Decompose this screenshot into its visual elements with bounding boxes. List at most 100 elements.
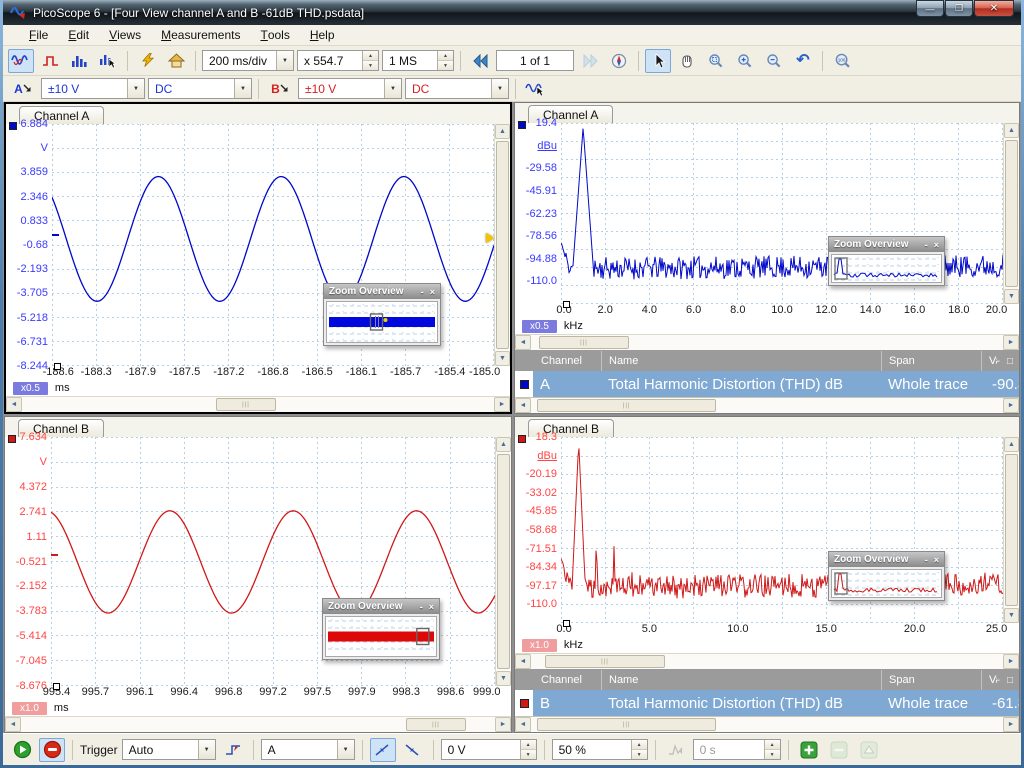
popup-minimize-icon[interactable]: - <box>925 555 928 565</box>
popup-minimize-icon[interactable]: - <box>925 240 928 250</box>
column-header-valu[interactable]: Valu <box>981 670 997 690</box>
scroll-thumb[interactable] <box>497 454 510 669</box>
axis-origin-handle[interactable] <box>53 683 60 690</box>
vertical-scrollbar[interactable]: ▲▼ <box>495 437 511 686</box>
panel-restore-icon[interactable]: □ <box>1007 356 1013 367</box>
zoom-overview-mini-plot[interactable] <box>832 570 941 597</box>
zoom-in-tool[interactable] <box>732 49 758 73</box>
scroll-track[interactable]: ||| <box>531 654 1003 669</box>
scroll-down-icon[interactable]: ▼ <box>1004 289 1019 304</box>
scope-view-button[interactable] <box>8 49 34 73</box>
samples-spinner[interactable]: 1 MS ▲▼ <box>382 50 454 71</box>
trigger-mode-select[interactable]: Auto ▼ <box>122 739 216 760</box>
popup-minimize-icon[interactable]: - <box>420 602 423 612</box>
scroll-track[interactable] <box>1004 138 1019 289</box>
falling-edge-button[interactable] <box>400 738 426 762</box>
pre-trigger-spinner[interactable]: 50 % ▲▼ <box>552 739 648 760</box>
menu-item-tools[interactable]: Tools <box>250 25 299 45</box>
scroll-thumb[interactable]: ||| <box>216 398 276 411</box>
scroll-right-icon[interactable]: ► <box>494 397 510 412</box>
zoom-overview-a-scope[interactable]: Zoom Overview-× <box>323 283 441 346</box>
delete-measurement-button[interactable] <box>826 738 852 762</box>
spinner-buttons[interactable]: ▲▼ <box>631 740 647 759</box>
timebase-select[interactable]: 200 ms/div ▼ <box>202 50 294 71</box>
popup-close-icon[interactable]: × <box>934 555 939 565</box>
scroll-track[interactable] <box>496 452 511 671</box>
title-bar[interactable]: PicoScope 6 - [Four View channel A and B… <box>3 0 1021 25</box>
panel-minimize-icon[interactable]: - <box>997 675 1000 686</box>
scroll-down-icon[interactable]: ▼ <box>1004 608 1019 623</box>
zoom-overview-a-spectrum[interactable]: Zoom Overview-× <box>828 236 945 286</box>
axis-origin-handle[interactable] <box>563 301 570 308</box>
zoom-overview-mini-plot[interactable] <box>832 255 941 282</box>
zoom-overview-titlebar[interactable]: Zoom Overview-× <box>829 552 944 567</box>
trigger-position-marker[interactable] <box>486 233 494 243</box>
vertical-scrollbar[interactable]: ▲▼ <box>494 124 510 366</box>
home-button[interactable] <box>163 49 189 73</box>
scroll-thumb[interactable] <box>1005 140 1018 287</box>
start-capture-button[interactable] <box>9 738 35 762</box>
column-header-channel[interactable]: Channel <box>515 351 601 371</box>
spectrum-view-button[interactable] <box>66 49 92 73</box>
normal-selection-tool[interactable] <box>645 49 671 73</box>
signal-generator-button[interactable] <box>522 77 548 101</box>
close-button[interactable]: ✕ <box>974 0 1014 17</box>
edit-measurement-button[interactable] <box>856 738 882 762</box>
horizontal-scrollbar[interactable]: ◄|||► <box>515 334 1019 350</box>
measurements-scrollbar[interactable]: ◄|||► <box>515 716 1019 732</box>
scroll-left-icon[interactable]: ◄ <box>5 717 21 732</box>
spinner-buttons[interactable]: ▲▼ <box>520 740 536 759</box>
menu-item-views[interactable]: Views <box>99 25 151 45</box>
scroll-left-icon[interactable]: ◄ <box>6 397 22 412</box>
scroll-thumb[interactable] <box>1005 454 1018 606</box>
chevron-down-icon[interactable]: ▼ <box>198 740 215 759</box>
axis-origin-handle[interactable] <box>54 363 61 370</box>
column-header-valu[interactable]: Valu <box>981 351 997 371</box>
zoom-out-tool[interactable] <box>761 49 787 73</box>
menu-item-edit[interactable]: Edit <box>58 25 99 45</box>
scroll-up-icon[interactable]: ▲ <box>496 437 511 452</box>
menu-item-file[interactable]: File <box>19 25 58 45</box>
buffer-page-indicator[interactable]: 1 of 1 <box>496 50 574 71</box>
scroll-left-icon[interactable]: ◄ <box>515 717 531 732</box>
scroll-thumb[interactable]: ||| <box>406 718 466 731</box>
zoom-factor-spinner[interactable]: x 554.7 ▲▼ <box>297 50 379 71</box>
vertical-scrollbar[interactable]: ▲▼ <box>1003 437 1019 623</box>
menu-item-help[interactable]: Help <box>300 25 345 45</box>
popup-close-icon[interactable]: × <box>934 240 939 250</box>
marquee-zoom-tool[interactable] <box>703 49 729 73</box>
scroll-right-icon[interactable]: ► <box>1003 398 1019 413</box>
post-trigger-delay-button[interactable] <box>663 738 689 762</box>
channel-a-range-select[interactable]: ±10 V ▼ <box>41 78 145 99</box>
menu-item-measurements[interactable]: Measurements <box>151 25 250 45</box>
channel-b-coupling-select[interactable]: DC ▼ <box>405 78 509 99</box>
measurement-row[interactable]: BTotal Harmonic Distortion (THD) dBWhole… <box>515 690 1019 716</box>
column-header-name[interactable]: Name <box>601 351 881 371</box>
popup-close-icon[interactable]: × <box>429 602 434 612</box>
scroll-up-icon[interactable]: ▲ <box>1004 123 1019 138</box>
axis-origin-handle[interactable] <box>563 620 570 627</box>
rising-edge-button[interactable] <box>370 738 396 762</box>
popup-close-icon[interactable]: × <box>430 287 435 297</box>
zoom-overview-mini-plot[interactable] <box>326 617 436 656</box>
hand-tool[interactable] <box>674 49 700 73</box>
channel-a-options-button[interactable]: A <box>8 77 38 101</box>
scroll-down-icon[interactable]: ▼ <box>495 351 510 366</box>
scroll-thumb[interactable]: ||| <box>539 336 629 349</box>
horizontal-scrollbar[interactable]: ◄|||► <box>515 653 1019 669</box>
minimize-button[interactable]: — <box>916 0 944 17</box>
next-buffer-button[interactable] <box>577 49 603 73</box>
scroll-track[interactable] <box>495 139 510 351</box>
scroll-track[interactable]: ||| <box>531 335 1003 350</box>
horizontal-scrollbar[interactable]: ◄ ||| ► <box>6 396 510 412</box>
panel-minimize-icon[interactable]: - <box>997 356 1000 367</box>
scroll-thumb[interactable]: ||| <box>545 655 665 668</box>
column-header-span[interactable]: Span <box>881 670 981 690</box>
popup-minimize-icon[interactable]: - <box>421 287 424 297</box>
vertical-scrollbar[interactable]: ▲▼ <box>1003 123 1019 304</box>
undo-zoom-button[interactable]: ↶ <box>790 49 816 73</box>
scroll-left-icon[interactable]: ◄ <box>515 335 531 350</box>
zoom-overview-b-spectrum[interactable]: Zoom Overview-× <box>828 551 945 601</box>
scroll-track[interactable] <box>1004 452 1019 608</box>
scroll-track[interactable]: ||| <box>22 397 494 412</box>
